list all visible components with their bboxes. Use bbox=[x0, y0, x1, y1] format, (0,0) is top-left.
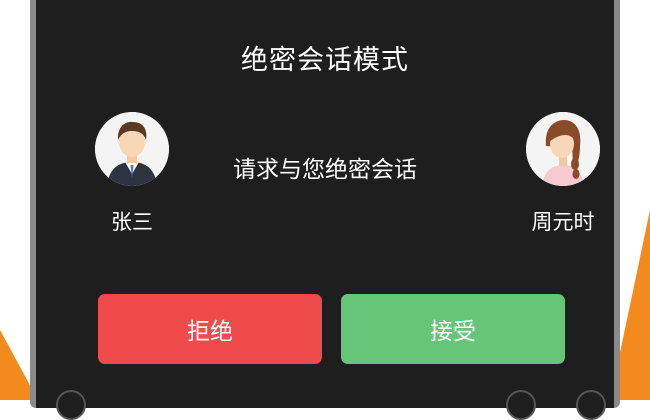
reject-button[interactable]: 拒绝 bbox=[98, 294, 322, 364]
bottom-knob-right-1 bbox=[506, 390, 536, 420]
accept-button[interactable]: 接受 bbox=[341, 294, 565, 364]
bottom-knob-left bbox=[56, 390, 86, 420]
callee-name: 周元时 bbox=[531, 210, 595, 234]
female-avatar-icon bbox=[526, 112, 600, 186]
secret-chat-dialog: 绝密会话模式 张三 请求与您绝密会话 周元时 拒绝 接受 bbox=[36, 0, 614, 420]
caller-name: 张三 bbox=[111, 210, 153, 234]
bottom-knob-right-2 bbox=[576, 390, 606, 420]
dialog-title: 绝密会话模式 bbox=[241, 45, 409, 76]
